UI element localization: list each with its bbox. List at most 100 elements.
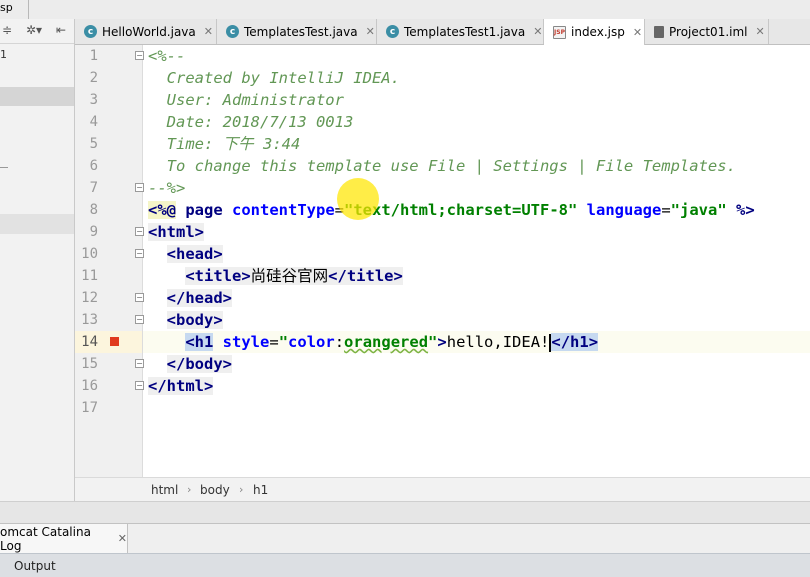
code-line-9[interactable]: 9 − <html> xyxy=(75,221,810,243)
tag-body-close: </body> xyxy=(166,355,232,373)
code-line-1[interactable]: 1 − <%-- xyxy=(75,45,810,67)
value-contenttype: "text/html;charset=UTF-8" xyxy=(344,201,578,219)
project-panel: ≑ ✲▾ ⇤ 1 xyxy=(0,19,75,501)
tab-catalina-log[interactable]: omcat Catalina Log ✕ xyxy=(0,524,128,553)
breadcrumb-body[interactable]: body xyxy=(200,483,230,497)
code-line-8[interactable]: 8 <%@ page contentType = "text/html;charse… xyxy=(75,199,810,221)
fold-icon[interactable]: − xyxy=(135,315,144,324)
attr-style: style xyxy=(222,333,270,351)
comment-date: Date: 2018/7/13 0013 xyxy=(166,113,354,131)
fold-icon[interactable]: − xyxy=(135,249,144,258)
code-line-3[interactable]: 3 User: Administrator xyxy=(75,89,810,111)
code-line-4[interactable]: 4 Date: 2018/7/13 0013 xyxy=(75,111,810,133)
directive-open: <%@ xyxy=(148,201,176,219)
tab-label: TemplatesTest1.java xyxy=(404,24,526,39)
breadcrumb-h1[interactable]: h1 xyxy=(253,483,268,497)
code-editor[interactable]: 1 − <%-- 2 Created by IntelliJ IDEA. 3 U… xyxy=(75,45,810,477)
fold-icon[interactable]: − xyxy=(135,51,144,60)
line-number: 14 xyxy=(81,334,98,350)
jsp-file-icon: JSP xyxy=(553,25,566,39)
fold-icon[interactable]: − xyxy=(135,293,144,302)
line-number: 7 xyxy=(89,180,98,196)
code-line-15[interactable]: 15 − </body> xyxy=(75,353,810,375)
top-strip: sp xyxy=(0,0,810,20)
code-line-12[interactable]: 12 − </head> xyxy=(75,287,810,309)
code-line-5[interactable]: 5 Time: 下午 3:44 xyxy=(75,133,810,155)
title-text: 尚硅谷官网 xyxy=(250,267,329,285)
close-icon[interactable]: ✕ xyxy=(118,532,127,545)
close-icon[interactable]: ✕ xyxy=(204,25,213,38)
code-line-14[interactable]: 14 <h1 style="color:orangered">hello,IDE… xyxy=(75,331,810,353)
line-number: 8 xyxy=(89,202,98,218)
editor-tab-bar: c HelloWorld.java ✕ c TemplatesTest.java… xyxy=(75,19,810,45)
output-panel-header: Output xyxy=(0,553,810,577)
tab-templatestest-java[interactable]: c TemplatesTest.java ✕ xyxy=(217,19,377,44)
tag-head-close: </head> xyxy=(166,289,232,307)
project-tree-guide xyxy=(0,167,8,168)
line-number: 11 xyxy=(81,268,98,284)
tag-head-open: <head> xyxy=(166,245,223,263)
equals: = xyxy=(661,201,671,219)
comment-time: Time: 下午 3:44 xyxy=(166,135,301,153)
h1-gt: > xyxy=(437,333,447,351)
line-number: 12 xyxy=(81,290,98,306)
directive-close: %> xyxy=(736,201,755,219)
css-colon: : xyxy=(334,333,345,351)
close-icon[interactable]: ✕ xyxy=(533,25,542,38)
tab-templatestest1-java[interactable]: c TemplatesTest1.java ✕ xyxy=(377,19,544,44)
comment-user: User: Administrator xyxy=(166,91,344,109)
comment-open: <%-- xyxy=(148,47,186,65)
path-separator xyxy=(18,0,29,19)
line-number: 6 xyxy=(89,158,98,174)
line-number: 17 xyxy=(81,400,98,416)
tag-title-open: <title> xyxy=(185,267,251,285)
tag-body-open: <body> xyxy=(166,311,223,329)
tab-label: Project01.iml xyxy=(669,24,748,39)
code-line-2[interactable]: 2 Created by IntelliJ IDEA. xyxy=(75,67,810,89)
tag-html-open: <html> xyxy=(148,223,204,241)
directive-page: page xyxy=(185,201,223,219)
tool-window-tabs: omcat Catalina Log ✕ xyxy=(0,523,810,553)
close-icon[interactable]: ✕ xyxy=(756,25,765,38)
tag-h1-open: <h1 xyxy=(185,333,214,351)
close-icon[interactable]: ✕ xyxy=(366,25,375,38)
tab-label: HelloWorld.java xyxy=(102,24,196,39)
gear-icon[interactable]: ✲▾ xyxy=(26,23,42,37)
attr-language: language xyxy=(586,201,662,219)
breadcrumb-html[interactable]: html xyxy=(151,483,178,497)
tab-project01-iml[interactable]: Project01.iml ✕ xyxy=(645,19,769,44)
fold-icon[interactable]: − xyxy=(135,381,144,390)
code-line-17[interactable]: 17 xyxy=(75,397,810,419)
file-path-fragment[interactable]: sp xyxy=(0,1,13,14)
fold-icon[interactable]: − xyxy=(135,183,144,192)
mouse-cursor-highlight xyxy=(337,178,379,220)
attr-contenttype: contentType xyxy=(232,201,335,219)
tab-index-jsp[interactable]: JSP index.jsp ✕ xyxy=(544,19,645,45)
code-line-11[interactable]: 11 <title>尚硅谷官网</title> xyxy=(75,265,810,287)
split-icon[interactable]: ≑ xyxy=(2,23,12,37)
output-label[interactable]: Output xyxy=(14,559,56,573)
close-icon[interactable]: ✕ xyxy=(633,26,642,39)
quote-close: " xyxy=(428,333,438,351)
horizontal-scrollbar[interactable] xyxy=(0,501,810,524)
project-tree-selected-row[interactable] xyxy=(0,87,74,106)
fold-icon[interactable]: − xyxy=(135,227,144,236)
code-line-16[interactable]: 16 − </html> xyxy=(75,375,810,397)
tab-label: TemplatesTest.java xyxy=(244,24,358,39)
tab-label: index.jsp xyxy=(571,25,625,39)
comment-close: --%> xyxy=(148,179,186,197)
java-class-icon: c xyxy=(386,25,399,38)
collapse-icon[interactable]: ⇤ xyxy=(56,23,66,37)
code-line-13[interactable]: 13 − <body> xyxy=(75,309,810,331)
comment-created: Created by IntelliJ IDEA. xyxy=(166,69,400,87)
fold-icon[interactable]: − xyxy=(135,359,144,368)
comment-change: To change this template use File | Setti… xyxy=(166,157,736,175)
tab-helloworld-java[interactable]: c HelloWorld.java ✕ xyxy=(75,19,217,44)
code-line-6[interactable]: 6 To change this template use File | Set… xyxy=(75,155,810,177)
value-language: "java" xyxy=(670,201,727,219)
project-tree-row[interactable] xyxy=(0,214,74,234)
breakpoint-icon[interactable] xyxy=(110,337,119,346)
code-line-10[interactable]: 10 − <head> xyxy=(75,243,810,265)
code-line-7[interactable]: 7 − --%> xyxy=(75,177,810,199)
line-number: 13 xyxy=(81,312,98,328)
